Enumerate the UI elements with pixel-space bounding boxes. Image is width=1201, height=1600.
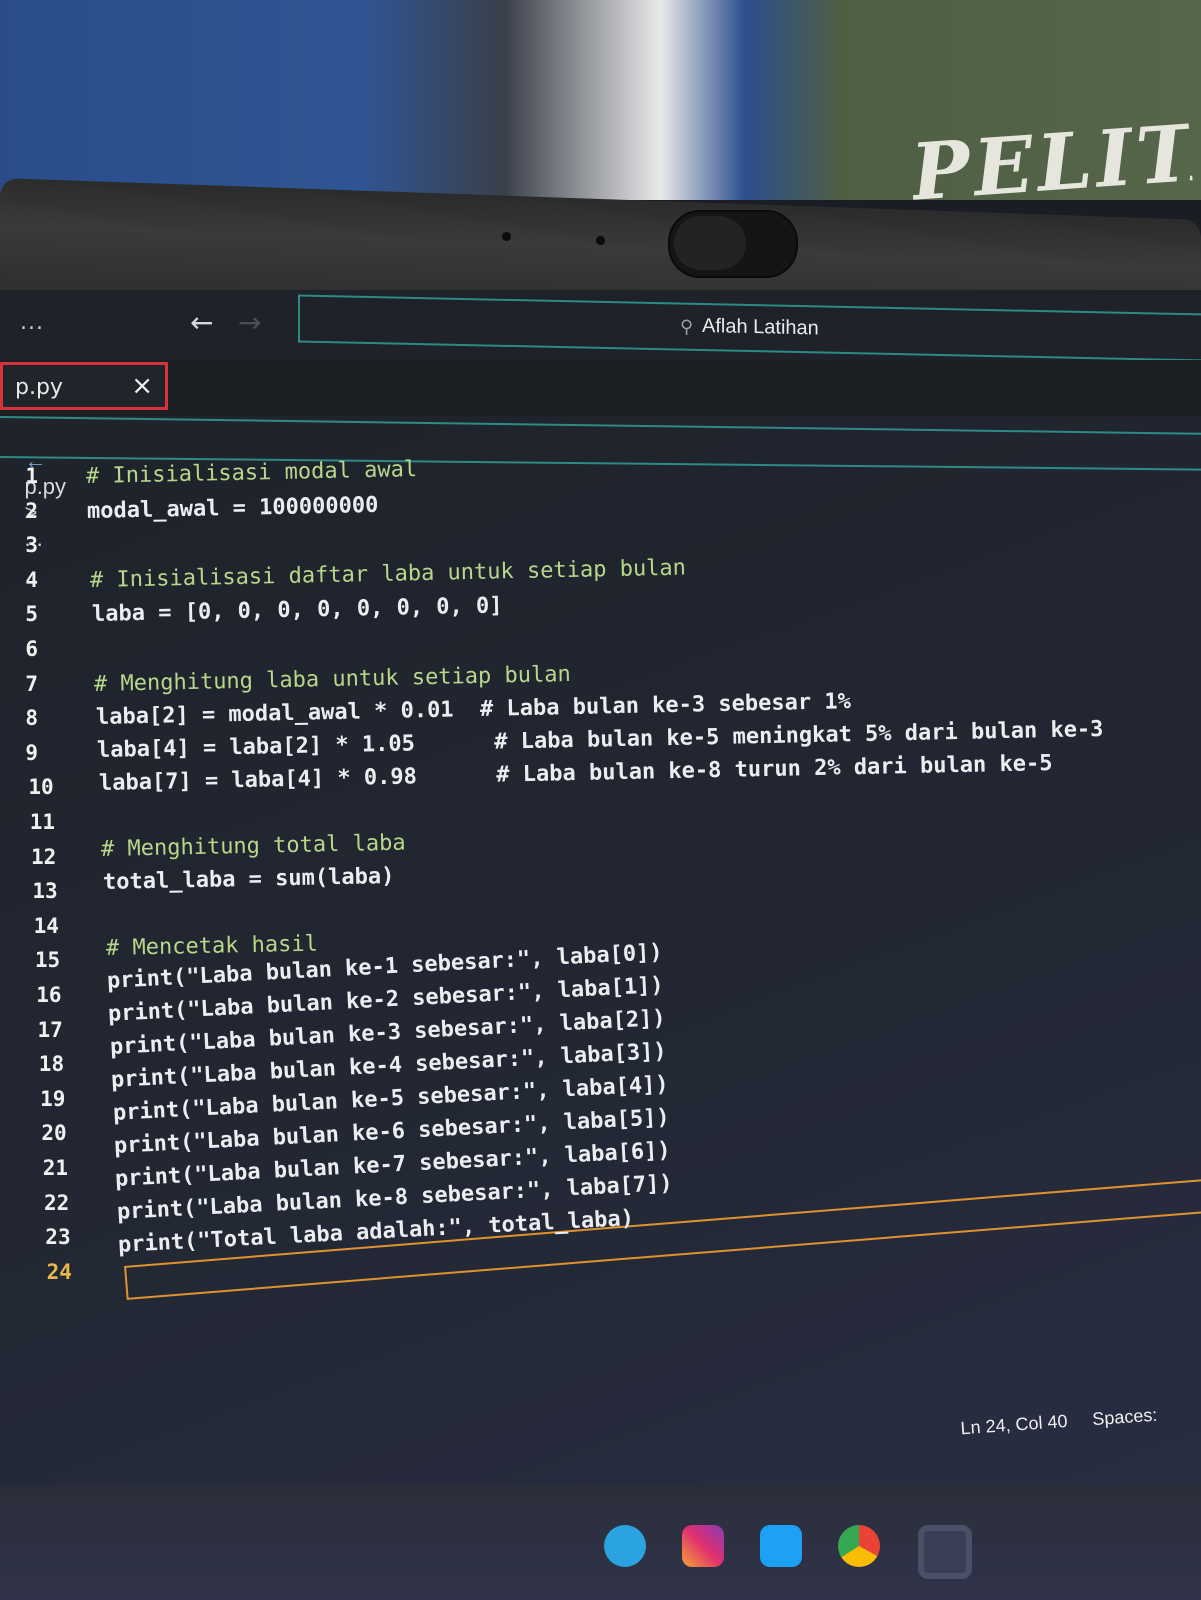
line-number: 17 bbox=[37, 1017, 63, 1042]
line-number: 5 bbox=[25, 602, 38, 627]
cursor-position[interactable]: Ln 24, Col 40 bbox=[960, 1411, 1068, 1438]
line-number: 15 bbox=[34, 948, 61, 973]
screen: ... ← → ⚲ Aflah Latihan p.py × ← p.py > … bbox=[0, 290, 1201, 1600]
breadcrumb: ← p.py > ... bbox=[0, 422, 66, 551]
line-number: 1 bbox=[25, 464, 38, 488]
tab-p-py[interactable]: p.py × bbox=[0, 362, 168, 410]
code-line[interactable]: # Menghitung laba untuk setiap bulan bbox=[94, 662, 571, 697]
line-number: 23 bbox=[45, 1225, 71, 1250]
telegram-icon[interactable] bbox=[604, 1525, 646, 1567]
line-number: 3 bbox=[25, 533, 38, 558]
tab-label: p.py bbox=[15, 375, 63, 400]
code-line[interactable]: laba[2] = modal_awal * 0.01 # Laba bulan… bbox=[96, 689, 851, 730]
code-line[interactable]: # Inisialisasi modal awal bbox=[86, 457, 418, 489]
title-bar: ... ← → ⚲ Aflah Latihan bbox=[0, 290, 1201, 362]
window-title: Aflah Latihan bbox=[702, 314, 819, 340]
code-line[interactable]: # Inisialisasi daftar laba untuk setiap … bbox=[90, 555, 686, 592]
line-number: 8 bbox=[25, 706, 38, 731]
code-line[interactable]: # Mencetak hasil bbox=[105, 931, 317, 960]
arrow-left-icon[interactable]: ← bbox=[190, 306, 213, 339]
line-number: 9 bbox=[25, 740, 38, 765]
line-number: 2 bbox=[25, 498, 38, 523]
line-number: 18 bbox=[38, 1052, 65, 1077]
jacket-logo-text: PELITA bbox=[908, 108, 1194, 218]
line-number: 14 bbox=[33, 913, 59, 938]
line-number: 21 bbox=[42, 1156, 68, 1180]
line-number: 11 bbox=[29, 810, 55, 834]
search-icon: ⚲ bbox=[680, 316, 694, 338]
line-number: 19 bbox=[40, 1086, 66, 1111]
line-number: 24 bbox=[46, 1259, 72, 1284]
taskbar bbox=[0, 1485, 1201, 1600]
sensor-dot bbox=[596, 236, 605, 245]
line-number: 12 bbox=[31, 844, 57, 869]
tab-bar: p.py × bbox=[0, 360, 1201, 416]
line-number: 13 bbox=[32, 879, 58, 904]
sensor-dot bbox=[502, 232, 511, 241]
vscode-icon[interactable] bbox=[918, 1525, 972, 1579]
arrow-right-icon[interactable]: → bbox=[238, 306, 261, 339]
line-number: 7 bbox=[25, 671, 38, 696]
line-number: 16 bbox=[36, 983, 62, 1007]
line-number: 22 bbox=[44, 1190, 70, 1215]
line-number: 10 bbox=[28, 775, 54, 800]
divider bbox=[0, 416, 1201, 435]
line-number: 20 bbox=[41, 1121, 67, 1146]
code-line[interactable]: total_laba = sum(laba) bbox=[103, 863, 395, 894]
indentation-setting[interactable]: Spaces: bbox=[1092, 1405, 1158, 1429]
chrome-icon[interactable] bbox=[838, 1525, 880, 1567]
webcam-cover bbox=[668, 210, 798, 278]
code-editor[interactable]: 1 # Inisialisasi modal awal 2 modal_awal = … bbox=[0, 457, 1201, 1360]
code-line[interactable]: modal_awal = 100000000 bbox=[87, 492, 379, 523]
menu-dots-icon[interactable]: ... bbox=[20, 310, 44, 335]
command-center-search[interactable]: ⚲ Aflah Latihan bbox=[298, 294, 1201, 362]
line-number: 6 bbox=[25, 637, 38, 661]
code-line[interactable]: # Menghitung total laba bbox=[101, 830, 406, 861]
line-number: 4 bbox=[25, 567, 38, 592]
status-bar: Ln 24, Col 40 Spaces: bbox=[960, 1402, 1201, 1459]
instagram-icon[interactable] bbox=[682, 1525, 724, 1567]
twitter-icon[interactable] bbox=[760, 1525, 802, 1567]
code-line[interactable]: laba = [0, 0, 0, 0, 0, 0, 0, 0] bbox=[91, 594, 502, 628]
close-icon[interactable]: × bbox=[131, 371, 153, 401]
